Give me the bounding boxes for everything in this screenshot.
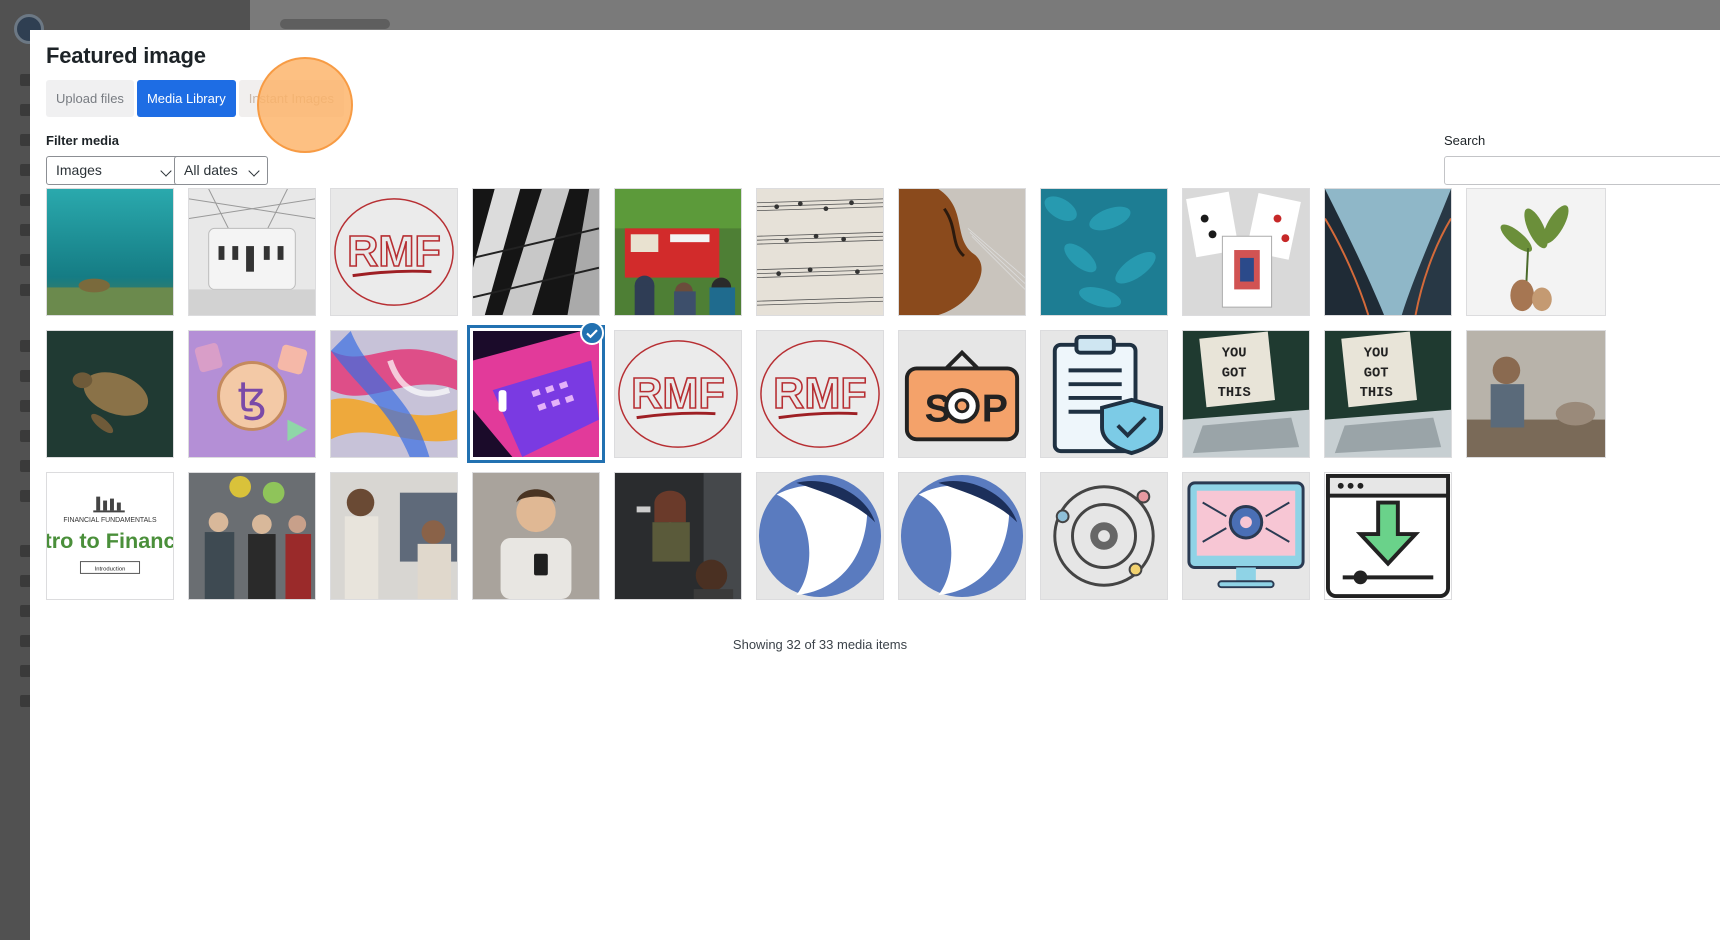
svg-text:ꜩ: ꜩ <box>237 375 266 421</box>
media-item-rmf-logo-2[interactable]: RMF <box>614 330 742 458</box>
media-item-colorful-abstract[interactable] <box>330 330 458 458</box>
svg-text:THIS: THIS <box>1218 386 1251 401</box>
selected-check-icon[interactable] <box>580 321 604 345</box>
filter-media-label: Filter media <box>46 133 119 148</box>
search-input[interactable] <box>1444 156 1720 185</box>
media-item-monitor-gear-icon[interactable] <box>1182 472 1310 600</box>
media-item-fire-truck-crowd[interactable] <box>614 188 742 316</box>
media-count-text: Showing 32 of 33 media items <box>732 637 908 652</box>
media-type-value: Images <box>56 162 102 178</box>
media-item-curved-building[interactable] <box>1324 188 1452 316</box>
featured-image-modal: Featured image Upload files Media Librar… <box>30 30 1720 940</box>
media-item-rmf-logo[interactable]: RMF <box>330 188 458 316</box>
slide-subtitle: Introduction <box>95 566 126 572</box>
media-date-select[interactable]: All dates <box>174 156 268 185</box>
media-item-light-on-tiled-floor[interactable] <box>472 188 600 316</box>
media-item-sop-sign-icon[interactable]: SP <box>898 330 1026 458</box>
media-item-tezos-coin[interactable]: ꜩ <box>188 330 316 458</box>
chevron-down-icon <box>160 165 172 177</box>
modal-title: Featured image <box>46 43 206 68</box>
svg-text:GOT: GOT <box>1222 366 1247 381</box>
svg-text:P: P <box>982 387 1008 431</box>
media-item-sea-turtle-seagrass[interactable] <box>46 188 174 316</box>
admin-breadcrumb <box>280 19 390 29</box>
media-item-sea-turtle-dark-water[interactable] <box>46 330 174 458</box>
media-item-man-at-desk[interactable] <box>1466 330 1606 458</box>
media-item-gear-orbit-icon[interactable] <box>1040 472 1168 600</box>
media-item-blue-circle-logo-2[interactable] <box>898 472 1026 600</box>
slide-title: tro to Financ <box>47 528 173 553</box>
media-item-office-party-balloons[interactable] <box>188 472 316 600</box>
media-item-playing-cards[interactable] <box>1182 188 1310 316</box>
media-item-women-in-office[interactable] <box>330 472 458 600</box>
media-item-laptop-neon-keyboard[interactable] <box>470 328 602 460</box>
svg-text:THIS: THIS <box>1360 386 1393 401</box>
media-item-glass-roof-courtyard[interactable] <box>188 188 316 316</box>
media-date-value: All dates <box>184 162 238 178</box>
slide-caption: FINANCIAL FUNDAMENTALS <box>63 517 157 524</box>
modal-tabs: Upload files Media Library Instant Image… <box>46 80 344 117</box>
svg-text:RMF: RMF <box>347 228 441 276</box>
media-item-rmf-logo-3[interactable]: RMF <box>756 330 884 458</box>
tab-media-library[interactable]: Media Library <box>136 80 236 117</box>
svg-text:YOU: YOU <box>1222 347 1247 362</box>
media-item-violin[interactable] <box>898 188 1026 316</box>
media-item-you-got-this-lightbox[interactable]: YOU GOT THIS <box>1182 330 1310 458</box>
svg-text:RMF: RMF <box>631 370 725 418</box>
chevron-down-icon <box>248 165 260 177</box>
svg-text:GOT: GOT <box>1364 366 1389 381</box>
tab-instant-images[interactable]: Instant Images <box>238 80 344 117</box>
media-item-financial-fundamentals-slide[interactable]: FINANCIAL FUNDAMENTALS tro to Financ Intro… <box>46 472 174 600</box>
media-item-man-with-phone[interactable] <box>472 472 600 600</box>
media-item-you-got-this-lightbox-2[interactable]: YOU GOT THIS <box>1324 330 1452 458</box>
media-item-sheet-music[interactable] <box>756 188 884 316</box>
media-item-download-window-icon[interactable] <box>1324 472 1452 600</box>
media-item-plant-in-vase[interactable] <box>1466 188 1606 316</box>
media-type-select[interactable]: Images <box>46 156 180 185</box>
search-label: Search <box>1444 133 1486 148</box>
svg-text:RMF: RMF <box>773 370 867 418</box>
tab-upload-files[interactable]: Upload files <box>46 80 134 117</box>
media-item-teal-feathers[interactable] <box>1040 188 1168 316</box>
admin-topbar <box>250 0 1720 30</box>
media-item-blue-circle-logo[interactable] <box>756 472 884 600</box>
media-item-woman-with-flashlight[interactable] <box>614 472 742 600</box>
media-item-clipboard-shield-icon[interactable] <box>1040 330 1168 458</box>
svg-text:YOU: YOU <box>1364 347 1389 362</box>
